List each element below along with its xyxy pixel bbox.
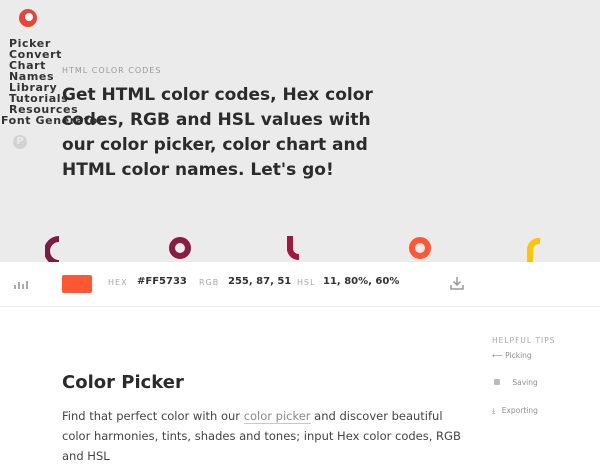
hsl-label: HSL [297,278,316,287]
decorative-ring-3 [287,236,300,260]
color-values-bar: HEX #FF5733 RGB 255, 87, 51 HSL 11, 80%,… [0,262,600,307]
download-small-icon: ⤓ [492,406,496,415]
hsl-value[interactable]: 11, 80%, 60% [323,276,399,287]
hex-label: HEX [108,278,128,287]
pinterest-icon[interactable]: P [13,135,27,149]
lock-icon [494,379,500,385]
download-icon[interactable] [450,276,464,290]
tip-saving[interactable]: Saving [494,378,538,387]
hex-value[interactable]: #FF5733 [137,276,187,287]
helpful-tips-heading: HELPFUL TIPS [492,336,556,345]
decorative-ring-2 [169,237,191,259]
rgb-value[interactable]: 255, 87, 51 [228,276,291,287]
decorative-ring-1 [45,236,60,262]
tip-exporting[interactable]: ⤓ Exporting [492,406,538,416]
tip-picking[interactable]: ⟵ Picking [492,351,532,360]
rgb-label: RGB [199,278,220,287]
tip-saving-label: Saving [512,378,538,387]
intro-text-before: Find that perfect color with our [62,409,244,423]
tip-picking-label: Picking [505,351,532,360]
hero-headline: Get HTML color codes, Hex color codes, R… [62,85,373,180]
section-title: Color Picker [62,372,184,393]
helpful-tips: HELPFUL TIPS ⟵ Picking Saving ⤓ Exportin… [492,336,592,415]
decorative-ring-4 [409,237,431,259]
color-swatch[interactable] [62,275,92,293]
color-picker-link[interactable]: color picker [243,409,311,424]
arrow-left-icon: ⟵ [492,351,503,360]
decorative-ring-5 [527,237,541,262]
hero-eyebrow: HTML COLOR CODES [62,66,162,75]
hero-section: Picker Convert Chart Names Library Tutor… [0,0,600,262]
site-logo[interactable] [19,9,37,27]
tip-exporting-label: Exporting [501,406,538,415]
intro-paragraph: Find that perfect color with our color p… [62,406,462,466]
chart-bars-icon[interactable] [14,279,30,289]
